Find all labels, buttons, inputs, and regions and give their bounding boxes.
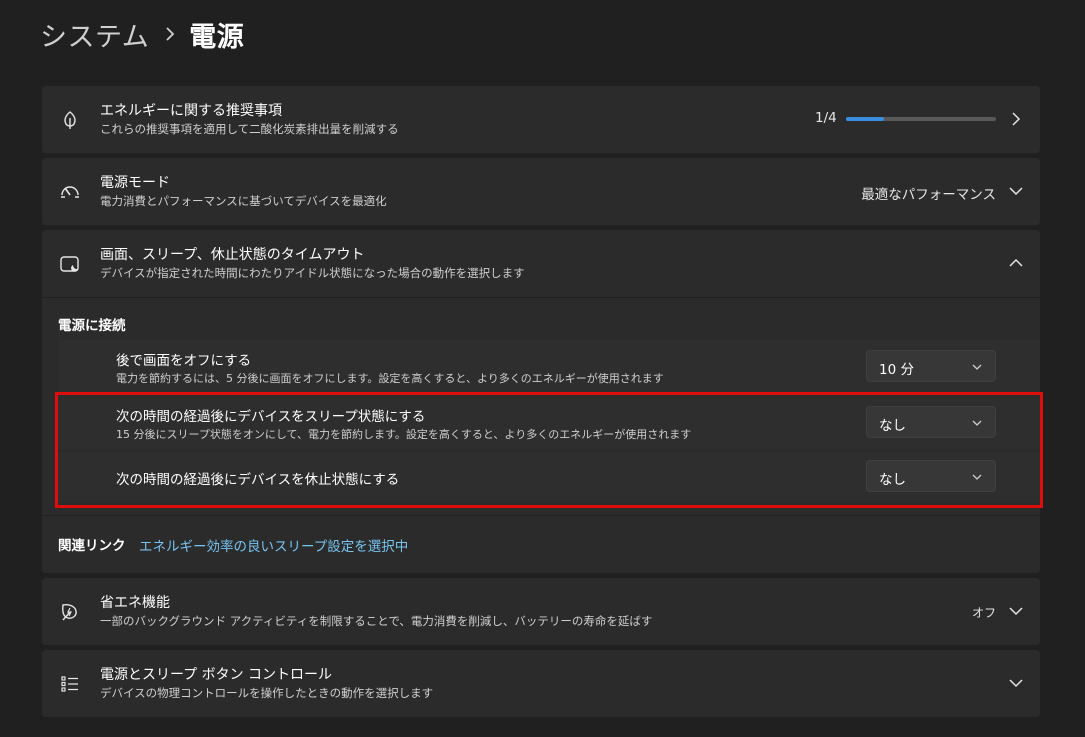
chevron-down-icon[interactable] bbox=[1008, 603, 1024, 619]
screen-sleep-icon bbox=[58, 252, 82, 276]
energy-progress-text: 1/4 bbox=[815, 110, 837, 126]
energy-saver-status: オフ bbox=[971, 606, 996, 620]
chevron-right-icon bbox=[165, 27, 175, 41]
energy-saver-title: 省エネ機能 bbox=[100, 595, 170, 611]
related-links-label: 関連リンク bbox=[58, 538, 126, 554]
chevron-down-icon[interactable] bbox=[1008, 675, 1024, 691]
power-mode-subtitle: 電力消費とパフォーマンスに基づいてデバイスを最適化 bbox=[100, 194, 387, 208]
chevron-up-icon[interactable] bbox=[1008, 255, 1024, 271]
energy-saver-card[interactable]: 省エネ機能 一部のバックグラウンド アクティビティを制限することで、電力消費を削… bbox=[42, 578, 1040, 645]
setting-subtitle: 15 分後にスリープ状態をオンにして、電力を節約します。設定を高くすると、より多… bbox=[116, 428, 692, 441]
timeouts-subtitle: デバイスが指定された時間にわたりアイドル状態になった場合の動作を選択します bbox=[100, 266, 525, 280]
power-mode-card: 電源モード 電力消費とパフォーマンスに基づいてデバイスを最適化 最適なパフォーマ… bbox=[42, 158, 1040, 225]
divider bbox=[42, 515, 1040, 516]
energy-saver-text: 省エネ機能 一部のバックグラウンド アクティビティを制限することで、電力消費を削… bbox=[100, 594, 652, 629]
power-mode-title: 電源モード bbox=[100, 175, 170, 191]
setting-row-hibernate: 次の時間の経過後にデバイスを休止状態にする なし bbox=[58, 452, 1040, 502]
chevron-down-icon bbox=[971, 361, 983, 373]
timeouts-header[interactable]: 画面、スリープ、休止状態のタイムアウト デバイスが指定された時間にわたりアイドル… bbox=[42, 230, 1040, 297]
dropdown-value: なし bbox=[879, 418, 906, 434]
divider bbox=[42, 297, 1040, 298]
chevron-down-icon bbox=[971, 417, 983, 429]
energy-progress-fill bbox=[846, 117, 884, 121]
dropdown-value: 10 分 bbox=[879, 362, 914, 378]
hibernate-dropdown[interactable]: なし bbox=[866, 460, 996, 492]
energy-progress-bar bbox=[846, 117, 996, 121]
page-title: 電源 bbox=[189, 21, 245, 53]
setting-title: 次の時間の経過後にデバイスを休止状態にする bbox=[116, 472, 400, 488]
list-icon bbox=[58, 672, 82, 696]
energy-recommendations-title: エネルギーに関する推奨事項 bbox=[100, 103, 282, 119]
setting-row-sleep: 次の時間の経過後にデバイスをスリープ状態にする 15 分後にスリープ状態をオンに… bbox=[58, 396, 1040, 449]
chevron-down-icon[interactable] bbox=[1008, 183, 1024, 199]
timeouts-title: 画面、スリープ、休止状態のタイムアウト bbox=[100, 247, 365, 263]
power-buttons-text: 電源とスリープ ボタン コントロール デバイスの物理コントロールを操作したときの… bbox=[100, 666, 433, 701]
dropdown-value: なし bbox=[879, 472, 906, 488]
energy-recommendations-text: エネルギーに関する推奨事項 これらの推奨事項を適用して二酸化炭素排出量を削減する bbox=[100, 102, 399, 137]
energy-saver-icon bbox=[58, 600, 82, 624]
chevron-right-icon bbox=[1008, 111, 1024, 127]
energy-recommendations-subtitle: これらの推奨事項を適用して二酸化炭素排出量を削減する bbox=[100, 122, 399, 136]
timeouts-text: 画面、スリープ、休止状態のタイムアウト デバイスが指定された時間にわたりアイドル… bbox=[100, 246, 525, 281]
energy-recommendations-card[interactable]: エネルギーに関する推奨事項 これらの推奨事項を適用して二酸化炭素排出量を削減する… bbox=[42, 86, 1040, 153]
chevron-down-icon bbox=[971, 471, 983, 483]
screen-off-dropdown[interactable]: 10 分 bbox=[866, 350, 996, 382]
setting-subtitle: 電力を節約するには、5 分後に画面をオフにします。設定を高くすると、より多くのエ… bbox=[116, 372, 664, 385]
timeouts-card: 画面、スリープ、休止状態のタイムアウト デバイスが指定された時間にわたりアイドル… bbox=[42, 230, 1040, 573]
energy-saver-subtitle: 一部のバックグラウンド アクティビティを制限することで、電力消費を削減し、バッテ… bbox=[100, 614, 653, 628]
section-label-plugged-in: 電源に接続 bbox=[58, 318, 126, 334]
setting-title: 後で画面をオフにする bbox=[116, 353, 252, 369]
gauge-icon bbox=[58, 180, 82, 204]
power-mode-select[interactable]: 最適なパフォーマンス bbox=[861, 183, 996, 203]
breadcrumb: システム 電源 bbox=[40, 14, 244, 54]
power-buttons-card[interactable]: 電源とスリープ ボタン コントロール デバイスの物理コントロールを操作したときの… bbox=[42, 650, 1040, 717]
leaf-icon bbox=[58, 108, 82, 132]
power-buttons-subtitle: デバイスの物理コントロールを操作したときの動作を選択します bbox=[100, 686, 434, 700]
breadcrumb-parent-system[interactable]: システム bbox=[40, 15, 149, 54]
related-link-energy-sleep[interactable]: エネルギー効率の良いスリープ設定を選択中 bbox=[139, 535, 408, 555]
power-mode-text: 電源モード 電力消費とパフォーマンスに基づいてデバイスを最適化 bbox=[100, 174, 387, 209]
power-buttons-title: 電源とスリープ ボタン コントロール bbox=[100, 667, 333, 683]
setting-row-screen-off: 後で画面をオフにする 電力を節約するには、5 分後に画面をオフにします。設定を高… bbox=[58, 340, 1040, 393]
setting-title: 次の時間の経過後にデバイスをスリープ状態にする bbox=[116, 409, 426, 425]
sleep-dropdown[interactable]: なし bbox=[866, 406, 996, 438]
